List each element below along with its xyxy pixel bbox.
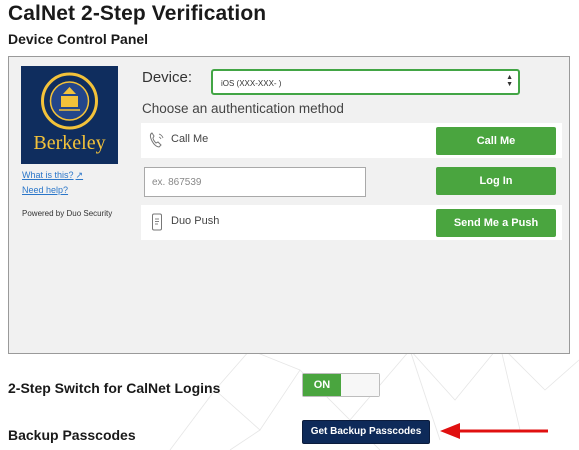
two-step-switch-label: 2-Step Switch for CalNet Logins [8, 380, 221, 396]
two-step-toggle[interactable]: ON [302, 373, 380, 397]
what-is-this-link[interactable]: What is this? ↗ [22, 170, 83, 181]
log-in-button[interactable]: Log In [436, 167, 556, 195]
page-title: CalNet 2-Step Verification [8, 2, 267, 25]
call-me-label: Call Me [171, 133, 209, 145]
mobile-icon [152, 213, 162, 231]
device-select[interactable]: iOS (XXX-XXX- ) ▲ ▼ [211, 69, 520, 95]
device-label: Device: [142, 69, 193, 86]
backup-passcodes-label: Backup Passcodes [8, 427, 136, 443]
toggle-thumb [341, 374, 379, 396]
call-me-button[interactable]: Call Me [436, 127, 556, 155]
berkeley-logo: Berkeley [21, 66, 118, 164]
duo-push-label: Duo Push [171, 215, 220, 227]
device-select-value: iOS (XXX-XXX- ) [221, 79, 282, 88]
powered-by-text: Powered by Duo Security [22, 209, 113, 218]
toggle-on-label: ON [303, 374, 341, 396]
panel-title: Device Control Panel [8, 31, 149, 47]
external-link-icon: ↗ [75, 170, 84, 180]
get-backup-passcodes-button[interactable]: Get Backup Passcodes [302, 420, 430, 444]
phone-icon [150, 132, 164, 148]
send-push-button[interactable]: Send Me a Push [436, 209, 556, 237]
select-arrows-icon: ▲ ▼ [506, 74, 513, 88]
seal-icon [41, 72, 98, 130]
logo-text: Berkeley [33, 132, 106, 154]
passcode-input[interactable]: ex. 867539 [144, 167, 366, 197]
passcode-placeholder: ex. 867539 [152, 177, 202, 188]
red-arrow-icon [440, 423, 548, 439]
need-help-label: Need help? [22, 185, 69, 195]
need-help-link[interactable]: Need help? [22, 185, 68, 195]
what-is-this-label: What is this? [22, 170, 74, 180]
choose-method-label: Choose an authentication method [142, 101, 344, 116]
duo-panel: Berkeley What is this? ↗ Need help? Power… [8, 56, 570, 354]
